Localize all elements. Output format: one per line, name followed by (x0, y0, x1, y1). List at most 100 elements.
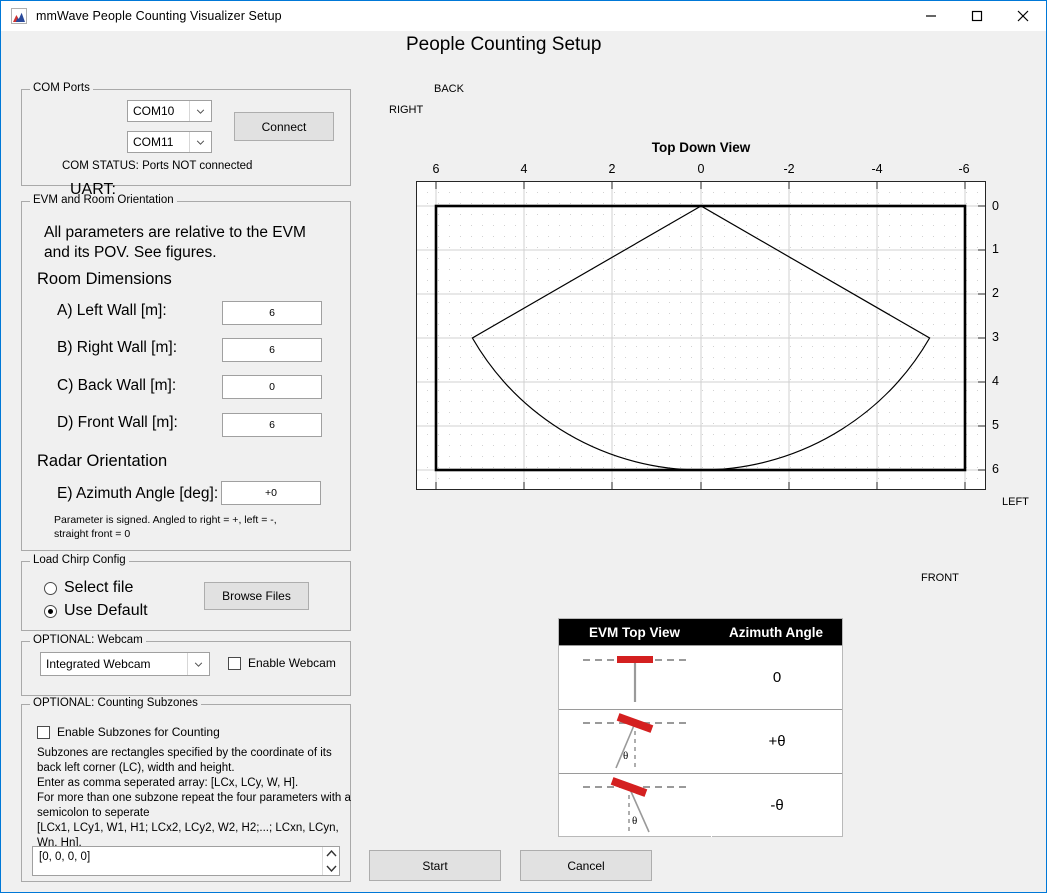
com-ports-legend: COM Ports (30, 82, 93, 94)
top-down-view-plot[interactable] (416, 181, 986, 490)
radio-unselected-icon (44, 581, 57, 595)
azimuth-angle-input[interactable]: +0 (221, 481, 321, 505)
back-wall-label: C) Back Wall [m]: (57, 377, 177, 394)
svg-text:θ: θ (632, 815, 637, 827)
subzones-desc-line5: semicolon to seperate (37, 807, 150, 819)
chevron-down-icon (187, 653, 209, 675)
front-wall-label: D) Front Wall [m]: (57, 414, 178, 431)
chirp-config-legend: Load Chirp Config (30, 554, 129, 566)
close-icon[interactable] (1000, 1, 1046, 31)
uart-port-select[interactable]: COM10 (127, 100, 212, 122)
maximize-icon[interactable] (954, 1, 1000, 31)
room-dimensions-heading: Room Dimensions (37, 270, 172, 288)
page-title: People Counting Setup (406, 34, 602, 55)
enable-webcam-label: Enable Webcam (248, 656, 336, 670)
evm-row-zero: 0 (559, 645, 842, 709)
xtick-label: 2 (608, 162, 616, 176)
front-wall-value: 6 (269, 419, 275, 431)
browse-files-button[interactable]: Browse Files (204, 582, 309, 610)
xtick-label: -6 (958, 162, 970, 176)
xtick-label: 0 (697, 162, 705, 176)
svg-text:θ: θ (623, 750, 628, 762)
subzones-desc-line3: Enter as comma seperated array: [LCx, LC… (37, 777, 299, 789)
subzones-desc-line6: [LCx1, LCy1, W1, H1; LCx2, LCy2, W2, H2;… (37, 822, 339, 834)
chirp-use-default-radio[interactable]: Use Default (44, 602, 148, 620)
com-ports-panel: COM Ports UART: COM10 DATA: COM11 Connec… (21, 82, 351, 229)
scroll-down-icon (325, 865, 337, 872)
evm-header-view: EVM Top View (588, 624, 680, 640)
data-port-select[interactable]: COM11 (127, 131, 212, 153)
back-wall-input[interactable]: 0 (222, 375, 322, 399)
subzones-panel: OPTIONAL: Counting Subzones Enable Subzo… (21, 697, 351, 882)
ytick-label: 5 (992, 418, 999, 432)
subzones-legend: OPTIONAL: Counting Subzones (30, 697, 201, 709)
browse-files-label: Browse Files (222, 589, 291, 603)
start-button[interactable]: Start (369, 850, 501, 881)
enable-webcam-checkbox[interactable]: Enable Webcam (228, 656, 336, 670)
ytick-label: 2 (992, 286, 999, 300)
left-wall-input[interactable]: 6 (222, 301, 322, 325)
orientation-note-line1: All parameters are relative to the EVM (44, 224, 306, 241)
subzones-desc-line2: back left corner (LC), width and height. (37, 762, 235, 774)
ytick-label: 0 (992, 199, 999, 213)
azimuth-hint-line1: Parameter is signed. Angled to right = +… (54, 514, 277, 526)
ytick-label: 3 (992, 330, 999, 344)
left-wall-value: 6 (269, 307, 275, 319)
xtick-label: -2 (783, 162, 795, 176)
chirp-select-file-radio[interactable]: Select file (44, 579, 133, 597)
start-button-label: Start (422, 858, 448, 873)
radio-selected-icon (44, 604, 57, 618)
right-wall-input[interactable]: 6 (222, 338, 322, 362)
chirp-use-default-label: Use Default (64, 602, 148, 619)
right-wall-label: B) Right Wall [m]: (57, 339, 177, 356)
orientation-panel: EVM and Room Orientation All parameters … (21, 194, 351, 551)
webcam-panel: OPTIONAL: Webcam Integrated Webcam Enabl… (21, 634, 351, 696)
plot-title: Top Down View (651, 140, 751, 155)
setup-window: mmWave People Counting Visualizer Setup … (0, 0, 1047, 893)
xtick-label: -4 (871, 162, 883, 176)
subzones-coordinates-value: [0, 0, 0, 0] (39, 851, 91, 863)
subzones-scrollbar[interactable] (322, 847, 339, 875)
azimuth-angle-value: +0 (265, 487, 277, 499)
azimuth-angle-label: E) Azimuth Angle [deg]: (57, 485, 219, 502)
evm-angle-positive-theta: +θ (711, 710, 842, 773)
left-wall-label: A) Left Wall [m]: (57, 302, 167, 319)
minimize-icon[interactable] (908, 1, 954, 31)
enable-subzones-checkbox[interactable]: Enable Subzones for Counting (37, 725, 220, 739)
connect-button-label: Connect (261, 119, 307, 134)
evm-angle-zero: 0 (711, 646, 842, 709)
evm-header-angle: Azimuth Angle (728, 624, 823, 640)
evm-top-view-table: EVM Top View Azimuth Angle 0 θ +θ θ -θ (558, 618, 843, 837)
subzones-desc-line4: For more than one subzone repeat the fou… (37, 792, 351, 804)
plot-label-right: RIGHT (389, 104, 424, 116)
xtick-label: 6 (432, 162, 440, 176)
connect-button[interactable]: Connect (234, 112, 334, 141)
ytick-label: 6 (992, 462, 999, 476)
evm-tilt-right-figure: θ (559, 710, 711, 773)
webcam-device-select[interactable]: Integrated Webcam (40, 652, 210, 676)
title-bar: mmWave People Counting Visualizer Setup (1, 1, 1046, 31)
evm-angle-negative-theta: -θ (711, 774, 842, 837)
subzones-coordinates-input[interactable]: [0, 0, 0, 0] (32, 846, 340, 876)
uart-port-value: COM10 (133, 104, 175, 118)
enable-subzones-label: Enable Subzones for Counting (57, 725, 220, 739)
azimuth-hint-line2: straight front = 0 (54, 528, 131, 540)
subzones-desc-line1: Subzones are rectangles specified by the… (37, 747, 332, 759)
evm-straight-figure (559, 646, 711, 709)
plot-label-front: FRONT (921, 572, 959, 584)
orientation-legend: EVM and Room Orientation (30, 194, 177, 206)
cancel-button[interactable]: Cancel (520, 850, 652, 881)
checkbox-unchecked-icon (228, 656, 241, 670)
chevron-down-icon (189, 101, 211, 121)
evm-row-positive-theta: θ +θ (559, 709, 842, 773)
evm-row-negative-theta: θ -θ (559, 773, 842, 837)
front-wall-input[interactable]: 6 (222, 413, 322, 437)
plot-label-left: LEFT (1002, 496, 1029, 508)
matlab-app-icon (11, 8, 27, 24)
chevron-down-icon (189, 132, 211, 152)
chirp-select-file-label: Select file (64, 579, 134, 596)
orientation-note-line2: and its POV. See figures. (44, 244, 217, 261)
window-controls (908, 1, 1046, 31)
plot-label-back: BACK (434, 83, 464, 95)
ytick-label: 1 (992, 242, 999, 256)
